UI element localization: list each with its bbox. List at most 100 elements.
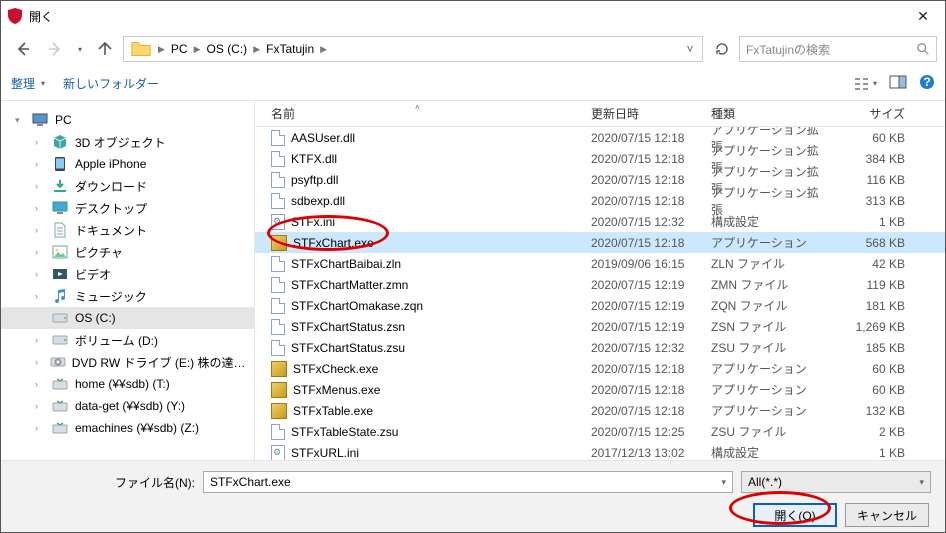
sidebar: ▾ PC ›3D オブジェクト›Apple iPhone›ダウンロード›デスクト… bbox=[1, 101, 255, 460]
file-size: 116 KB bbox=[823, 173, 915, 187]
file-type: アプリケーション bbox=[703, 234, 823, 251]
tree-item[interactable]: ›ミュージック bbox=[1, 285, 254, 307]
file-row[interactable]: STFxMenus.exe2020/07/15 12:18アプリケーション60 … bbox=[255, 379, 945, 400]
file-row[interactable]: AASUser.dll2020/07/15 12:18アプリケーション拡張60 … bbox=[255, 127, 945, 148]
col-date[interactable]: 更新日時 bbox=[583, 105, 703, 122]
file-name: STFxChartStatus.zsn bbox=[291, 320, 405, 334]
file-row[interactable]: STFxChartBaibai.zln2019/09/06 16:15ZLN フ… bbox=[255, 253, 945, 274]
tree-item[interactable]: ›ドキュメント bbox=[1, 219, 254, 241]
help-button[interactable]: ? bbox=[919, 74, 935, 93]
tree-caret: › bbox=[35, 379, 45, 389]
file-size: 181 KB bbox=[823, 299, 915, 313]
file-row[interactable]: STFx.ini2020/07/15 12:32構成設定1 KB bbox=[255, 211, 945, 232]
ini-icon bbox=[271, 445, 285, 461]
tree-item[interactable]: ›3D オブジェクト bbox=[1, 131, 254, 153]
organize-button[interactable]: 整理▾ bbox=[11, 75, 45, 92]
tree-item[interactable]: › ボリューム (D:) bbox=[1, 329, 254, 351]
file-list: AASUser.dll2020/07/15 12:18アプリケーション拡張60 … bbox=[255, 127, 945, 460]
file-size: 132 KB bbox=[823, 404, 915, 418]
tree-label: emachines (¥¥sdb) (Z:) bbox=[75, 421, 199, 435]
file-row[interactable]: STFxTable.exe2020/07/15 12:18アプリケーション132… bbox=[255, 400, 945, 421]
search-input[interactable]: FxTatujinの検索 bbox=[739, 36, 937, 62]
chevron-right-icon: ▶ bbox=[251, 44, 262, 55]
file-row[interactable]: STFxTableState.zsu2020/07/15 12:25ZSU ファ… bbox=[255, 421, 945, 442]
preview-pane-button[interactable] bbox=[889, 75, 907, 92]
file-row[interactable]: STFxChartMatter.zmn2020/07/15 12:19ZMN フ… bbox=[255, 274, 945, 295]
tree-caret: › bbox=[35, 159, 45, 169]
video-icon bbox=[51, 265, 69, 283]
tree-item[interactable]: › ピクチャ bbox=[1, 241, 254, 263]
tree-caret: › bbox=[35, 247, 45, 257]
file-row[interactable]: STFxChartStatus.zsu2020/07/15 12:32ZSU フ… bbox=[255, 337, 945, 358]
search-placeholder: FxTatujinの検索 bbox=[746, 41, 910, 58]
tree-item[interactable]: ›data-get (¥¥sdb) (Y:) bbox=[1, 395, 254, 417]
file-date: 2020/07/15 12:18 bbox=[583, 152, 703, 166]
tree-item[interactable]: ›ダウンロード bbox=[1, 175, 254, 197]
new-folder-button[interactable]: 新しいフォルダー bbox=[63, 75, 159, 92]
refresh-button[interactable] bbox=[709, 36, 735, 62]
breadcrumb[interactable]: ▶ PC ▶ OS (C:) ▶ FxTatujin ▶ ˅ bbox=[123, 36, 703, 62]
tree-label: data-get (¥¥sdb) (Y:) bbox=[75, 399, 185, 413]
phone-icon bbox=[51, 155, 69, 173]
cancel-button[interactable]: キャンセル bbox=[845, 503, 929, 527]
open-button[interactable]: 開く(O) bbox=[753, 503, 837, 527]
tree-caret: › bbox=[35, 335, 45, 345]
tree-label: ピクチャ bbox=[75, 244, 123, 261]
close-button[interactable]: ✕ bbox=[901, 1, 945, 31]
arrow-right-icon bbox=[46, 40, 64, 58]
col-size[interactable]: サイズ bbox=[823, 105, 915, 122]
drive-icon bbox=[51, 331, 69, 349]
file-name: psyftp.dll bbox=[291, 173, 338, 187]
file-name: STFxTable.exe bbox=[293, 404, 373, 418]
tree-item[interactable]: OS (C:) bbox=[1, 307, 254, 329]
net-icon bbox=[51, 419, 69, 437]
file-date: 2020/07/15 12:32 bbox=[583, 215, 703, 229]
col-name[interactable]: 名前 bbox=[263, 105, 583, 122]
up-button[interactable] bbox=[91, 35, 119, 63]
tree-item[interactable]: › home (¥¥sdb) (T:) bbox=[1, 373, 254, 395]
tree-item[interactable]: ›ビデオ bbox=[1, 263, 254, 285]
file-icon bbox=[271, 298, 285, 314]
file-row[interactable]: STFxCheck.exe2020/07/15 12:18アプリケーション60 … bbox=[255, 358, 945, 379]
col-type[interactable]: 種類 bbox=[703, 105, 823, 122]
history-dropdown[interactable]: ▾ bbox=[73, 35, 87, 63]
tree-pc[interactable]: ▾ PC bbox=[1, 109, 254, 131]
file-row[interactable]: sdbexp.dll2020/07/15 12:18アプリケーション拡張313 … bbox=[255, 190, 945, 211]
tree-item[interactable]: ›emachines (¥¥sdb) (Z:) bbox=[1, 417, 254, 439]
tree-label: ボリューム (D:) bbox=[75, 332, 158, 349]
file-icon bbox=[271, 277, 285, 293]
crumb-pc[interactable]: PC bbox=[167, 37, 192, 61]
tree-caret: › bbox=[35, 291, 45, 301]
tree-label: ドキュメント bbox=[75, 222, 147, 239]
tree-label: home (¥¥sdb) (T:) bbox=[75, 377, 170, 391]
chevron-right-icon: ▶ bbox=[156, 44, 167, 55]
file-name: STFxChartOmakase.zqn bbox=[291, 299, 423, 313]
crumb-folder[interactable]: FxTatujin bbox=[262, 37, 318, 61]
file-date: 2020/07/15 12:18 bbox=[583, 131, 703, 145]
filename-input[interactable]: STFxChart.exe ▾ bbox=[203, 471, 733, 493]
chevron-down-icon[interactable]: ▾ bbox=[721, 477, 726, 488]
back-button[interactable] bbox=[9, 35, 37, 63]
file-row[interactable]: STFxChartOmakase.zqn2020/07/15 12:19ZQN … bbox=[255, 295, 945, 316]
tree-item[interactable]: ›Apple iPhone bbox=[1, 153, 254, 175]
column-headers[interactable]: ˄ 名前 更新日時 種類 サイズ bbox=[255, 101, 945, 127]
file-row[interactable]: STFxChart.exe2020/07/15 12:18アプリケーション568… bbox=[255, 232, 945, 253]
tree-item[interactable]: ›デスクトップ bbox=[1, 197, 254, 219]
search-icon bbox=[916, 42, 930, 56]
file-name: STFxMenus.exe bbox=[293, 383, 380, 397]
drive-icon bbox=[51, 309, 69, 327]
view-button[interactable]: ▾ bbox=[854, 77, 877, 91]
file-row[interactable]: STFxURL.ini2017/12/13 13:02構成設定1 KB bbox=[255, 442, 945, 460]
breadcrumb-dropdown[interactable]: ˅ bbox=[680, 37, 700, 61]
crumb-drive[interactable]: OS (C:) bbox=[203, 37, 252, 61]
forward-button[interactable] bbox=[41, 35, 69, 63]
filter-select[interactable]: All(*.*) ▾ bbox=[741, 471, 931, 493]
tree-label: 3D オブジェクト bbox=[75, 134, 166, 151]
file-row[interactable]: psyftp.dll2020/07/15 12:18アプリケーション拡張116 … bbox=[255, 169, 945, 190]
file-row[interactable]: KTFX.dll2020/07/15 12:18アプリケーション拡張384 KB bbox=[255, 148, 945, 169]
app-shield-icon bbox=[7, 8, 23, 24]
file-row[interactable]: STFxChartStatus.zsn2020/07/15 12:19ZSN フ… bbox=[255, 316, 945, 337]
file-icon bbox=[271, 340, 285, 356]
file-name: STFxCheck.exe bbox=[293, 362, 378, 376]
tree-item[interactable]: ›DVD RW ドライブ (E:) 株の達人インス bbox=[1, 351, 254, 373]
